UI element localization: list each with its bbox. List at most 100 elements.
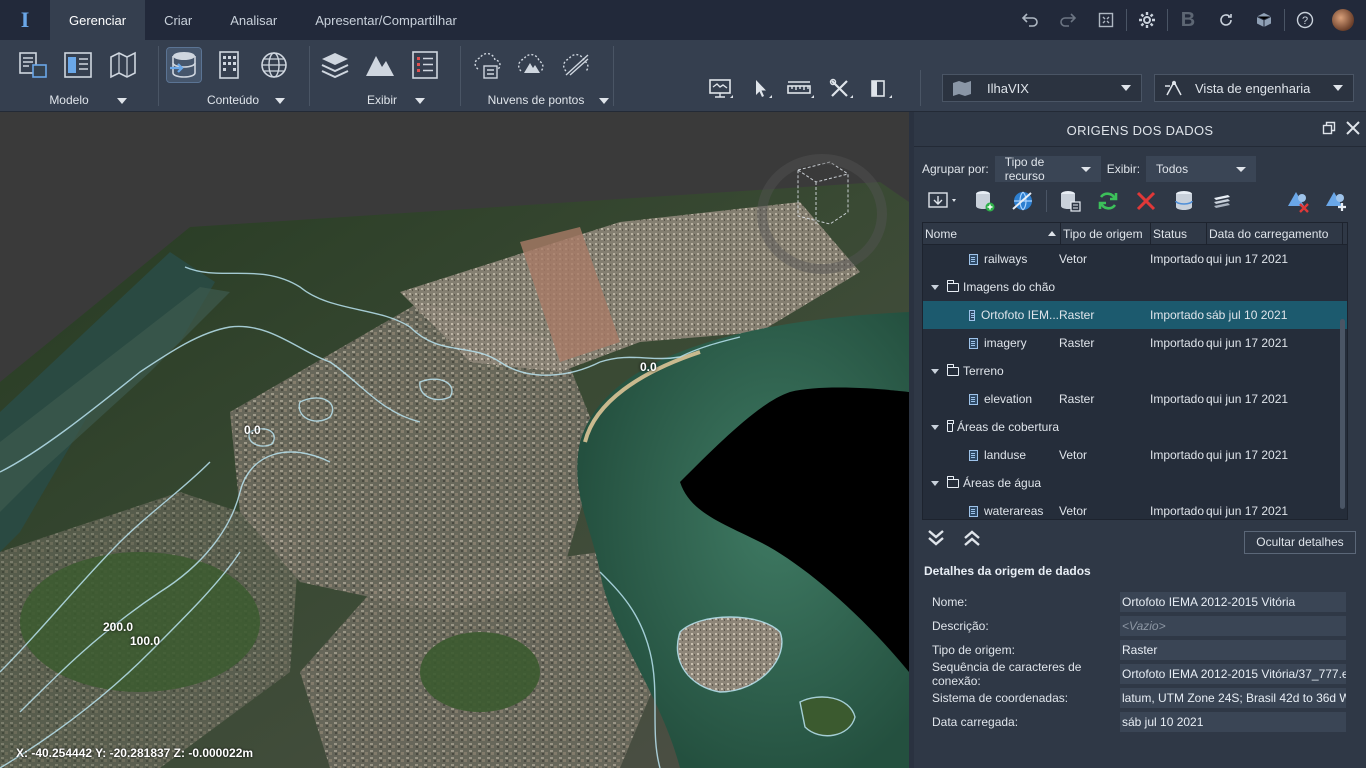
- app-logo-icon: I: [20, 7, 30, 32]
- fit-view-icon[interactable]: [1087, 0, 1125, 40]
- add-source-icon[interactable]: [922, 186, 966, 216]
- expand-toggle-icon[interactable]: [931, 284, 939, 290]
- expand-toggle-icon[interactable]: [931, 480, 939, 486]
- tree-folder-row[interactable]: Imagens do chão: [923, 273, 1347, 301]
- cube-icon[interactable]: [1245, 0, 1283, 40]
- restore-window-icon[interactable]: [1322, 120, 1336, 140]
- help-icon[interactable]: ?: [1286, 0, 1324, 40]
- coordinate-readout: X: -40.254442 Y: -20.281837 Z: -0.000022…: [16, 746, 254, 760]
- stack-layers-icon[interactable]: [1203, 186, 1241, 216]
- column-header-date[interactable]: Data do carregamento: [1207, 223, 1343, 245]
- web-source-icon[interactable]: [1004, 186, 1042, 216]
- list-icon[interactable]: [408, 48, 442, 82]
- tree-item-name: Áreas de água: [963, 476, 1042, 490]
- delete-icon[interactable]: [1127, 186, 1165, 216]
- layers-icon[interactable]: [318, 48, 352, 82]
- folder-icon: [946, 420, 954, 432]
- 3d-map-viewport[interactable]: 0.0 0.0 200.0 100.0 X: -40.254442 Y: -20…: [0, 112, 909, 768]
- expand-toggle-icon[interactable]: [931, 424, 939, 430]
- document-icon: [969, 337, 978, 349]
- data-sources-icon[interactable]: [166, 47, 202, 83]
- refresh-source-icon[interactable]: [1089, 186, 1127, 216]
- detail-name-field[interactable]: Ortofoto IEMA 2012-2015 Vitória: [1120, 592, 1346, 612]
- model-map-icon[interactable]: [106, 48, 140, 82]
- tree-item-row[interactable]: imagery Raster Importado qui jun 17 2021: [923, 329, 1347, 357]
- caret-down-icon: [1236, 166, 1247, 172]
- content-buildings-icon[interactable]: [212, 48, 246, 82]
- bentley-b-icon[interactable]: B: [1169, 0, 1207, 40]
- measure-icon[interactable]: [783, 74, 819, 104]
- load-date-cell: qui jun 17 2021: [1206, 392, 1289, 406]
- tree-folder-row[interactable]: Áreas de água: [923, 469, 1347, 497]
- user-avatar[interactable]: [1332, 9, 1354, 31]
- tab-bar: I Gerenciar Criar Analisar Apresentar/Co…: [0, 0, 1366, 40]
- group-by-value: Tipo de recurso: [1004, 155, 1045, 183]
- aerial-imagery: [0, 112, 909, 768]
- detail-crs-field[interactable]: latum, UTM Zone 24S; Brasil 42d to 36d W…: [1120, 688, 1346, 708]
- column-header-status[interactable]: Status: [1151, 223, 1207, 245]
- close-icon[interactable]: [1346, 120, 1360, 140]
- group-by-select[interactable]: Tipo de recurso: [994, 155, 1101, 183]
- shape-add-icon[interactable]: [1317, 186, 1355, 216]
- tab-criar[interactable]: Criar: [145, 0, 211, 40]
- show-select[interactable]: Todos: [1146, 156, 1257, 182]
- detail-description-field[interactable]: <Vazio>: [1120, 616, 1346, 636]
- collapse-all-icon[interactable]: [962, 528, 982, 554]
- column-header-name[interactable]: Nome: [923, 223, 1061, 245]
- chevron-down-icon[interactable]: [415, 98, 425, 104]
- terrain-icon[interactable]: [363, 48, 397, 82]
- tree-item-row[interactable]: waterareas Vetor Importado qui jun 17 2021: [923, 497, 1347, 519]
- detail-type-field[interactable]: Raster: [1120, 640, 1346, 660]
- tree-name-cell: landuse: [923, 448, 1059, 462]
- tree-name-cell: Imagens do chão: [923, 280, 1059, 294]
- tree-folder-row[interactable]: Terreno: [923, 357, 1347, 385]
- point-cloud-terrain-icon[interactable]: [514, 48, 548, 82]
- tools-icon[interactable]: [823, 74, 859, 104]
- display-icon[interactable]: [703, 74, 739, 104]
- point-cloud-clip-icon[interactable]: [559, 48, 593, 82]
- view-selector[interactable]: Vista de engenharia: [1154, 74, 1354, 102]
- hide-details-button[interactable]: Ocultar detalhes: [1244, 531, 1356, 554]
- tree-item-row[interactable]: Ortofoto IEM... Raster Importado sáb jul 10…: [923, 301, 1347, 329]
- chevron-down-icon[interactable]: [117, 98, 127, 104]
- tab-apresentar[interactable]: Apresentar/Compartilhar: [296, 0, 476, 40]
- expand-all-icon[interactable]: [926, 528, 946, 554]
- model-layout-icon[interactable]: [61, 48, 95, 82]
- tree-item-row[interactable]: railways Vetor Importado qui jun 17 2021: [923, 245, 1347, 273]
- source-properties-icon[interactable]: [1051, 186, 1089, 216]
- detail-label: Sequência de caracteres de conexão:: [932, 660, 1082, 688]
- shape-remove-icon[interactable]: [1279, 186, 1317, 216]
- redo-icon[interactable]: [1049, 0, 1087, 40]
- globe-icon[interactable]: [257, 48, 291, 82]
- model-properties-icon[interactable]: [16, 48, 50, 82]
- source-type-cell: Vetor: [1059, 252, 1088, 266]
- detail-date-field[interactable]: sáb jul 10 2021: [1120, 712, 1346, 732]
- chevron-down-icon[interactable]: [275, 98, 285, 104]
- point-cloud-list-icon[interactable]: [469, 48, 503, 82]
- tab-analisar[interactable]: Analisar: [211, 0, 296, 40]
- column-header-type[interactable]: Tipo de origem: [1061, 223, 1151, 245]
- add-database-icon[interactable]: [966, 186, 1004, 216]
- refresh-icon[interactable]: [1207, 0, 1245, 40]
- tree-folder-row[interactable]: Áreas de cobertura: [923, 413, 1347, 441]
- group-by-label: Agrupar por:: [922, 162, 989, 176]
- load-date-cell: qui jun 17 2021: [1206, 448, 1289, 462]
- detail-connection-field[interactable]: Ortofoto IEMA 2012-2015 Vitória/37_777.e…: [1120, 664, 1346, 684]
- tree-item-name: Áreas de cobertura: [956, 420, 1059, 434]
- vertical-scrollbar[interactable]: [1340, 319, 1345, 509]
- chevron-down-icon[interactable]: [599, 98, 609, 104]
- detail-row-date: Data carregada: sáb jul 10 2021: [932, 712, 1352, 732]
- tree-item-row[interactable]: elevation Raster Importado qui jun 17 2021: [923, 385, 1347, 413]
- ribbon-group-label: Nuvens de pontos: [487, 93, 585, 107]
- select-cursor-icon[interactable]: [743, 74, 779, 104]
- settings-icon[interactable]: [1128, 0, 1166, 40]
- expand-toggle-icon[interactable]: [931, 368, 939, 374]
- clip-view-icon[interactable]: [862, 74, 898, 104]
- database-sync-icon[interactable]: [1165, 186, 1203, 216]
- project-selector[interactable]: IlhaVIX: [942, 74, 1142, 102]
- tree-name-cell: Ortofoto IEM...: [923, 308, 1059, 322]
- tab-gerenciar[interactable]: Gerenciar: [50, 0, 146, 40]
- tree-item-row[interactable]: landuse Vetor Importado qui jun 17 2021: [923, 441, 1347, 469]
- undo-icon[interactable]: [1011, 0, 1049, 40]
- ribbon-group-exibir: Exibir: [310, 40, 460, 112]
